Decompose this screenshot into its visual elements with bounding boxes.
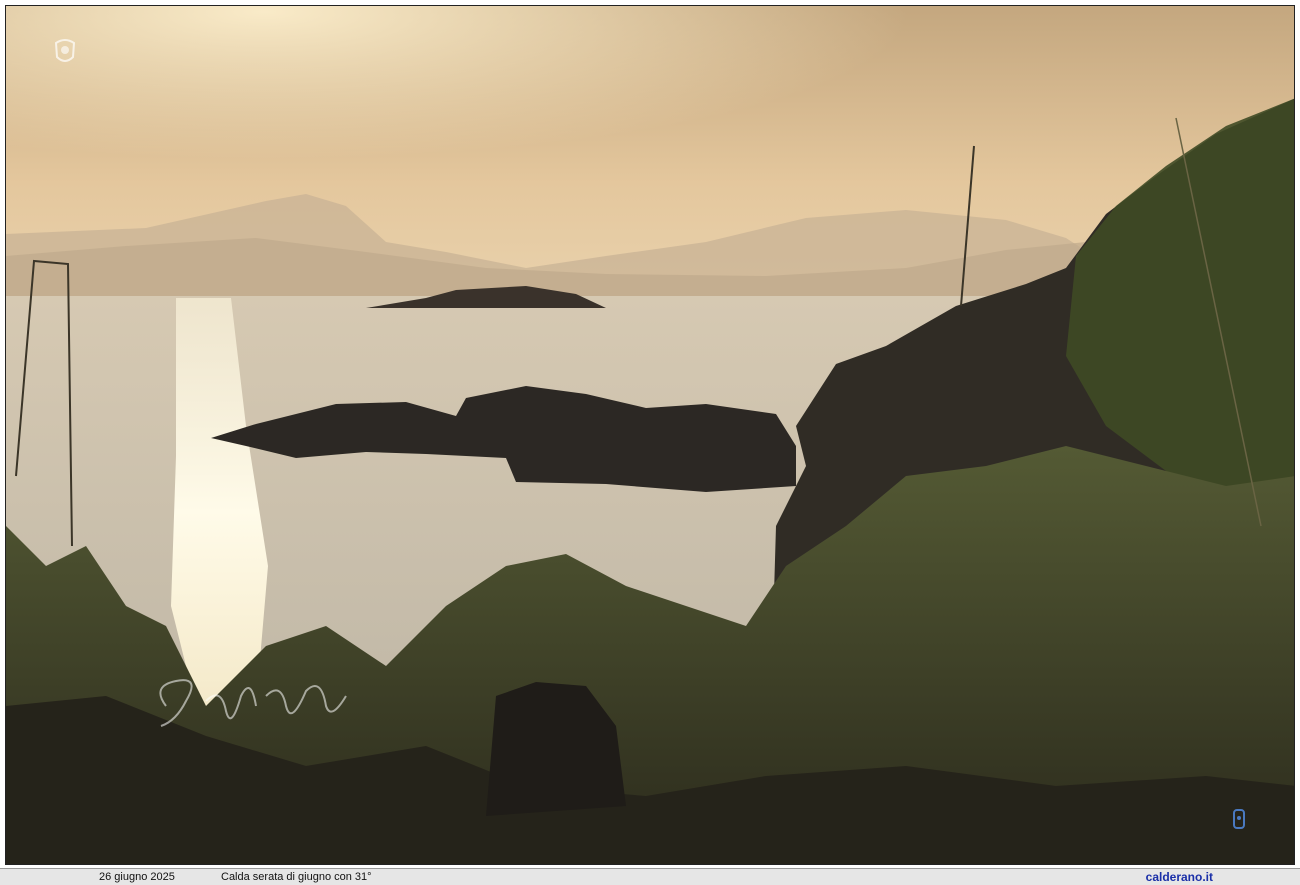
caption-bar: 26 giugno 2025 Calda serata di giugno co… <box>0 868 1300 885</box>
photo-frame: 26 giugno 2025 Calda serata di giugno co… <box>0 0 1300 885</box>
crest-icon <box>54 39 76 62</box>
caption-text: Calda serata di giugno con 31° <box>221 871 372 883</box>
caption-date: 26 giugno 2025 <box>99 871 175 883</box>
sunset-coastal-photo <box>5 5 1295 865</box>
signature-watermark <box>159 679 347 727</box>
small-crest-icon <box>1233 809 1245 829</box>
site-link[interactable]: calderano.it <box>1146 869 1213 885</box>
